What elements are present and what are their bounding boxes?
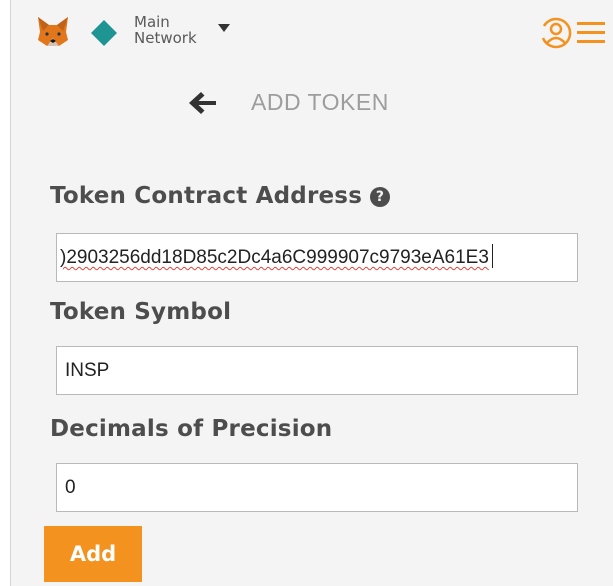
network-name-line2: Network xyxy=(134,29,197,47)
token-symbol-label: Token Symbol xyxy=(50,299,232,325)
caret-down-icon[interactable] xyxy=(218,24,230,32)
hamburger-menu-icon[interactable] xyxy=(573,18,607,48)
token-contract-address-input[interactable]: )2903256dd18D85c2Dc4a6C999907c9793eA61E3 xyxy=(56,233,578,282)
left-arrow-icon[interactable] xyxy=(185,88,219,118)
network-selector[interactable]: Main Network xyxy=(134,14,197,46)
network-name-line1: Main xyxy=(134,13,170,31)
network-diamond-icon xyxy=(91,20,117,46)
decimals-of-precision-label: Decimals of Precision xyxy=(50,416,333,442)
token-symbol-value: INSP xyxy=(65,360,110,381)
token-contract-address-label: Token Contract Address? xyxy=(50,183,391,209)
token-contract-address-label-text: Token Contract Address xyxy=(50,183,363,209)
account-icon[interactable] xyxy=(539,16,573,50)
top-bar: Main Network xyxy=(11,0,613,70)
metamask-fox-icon[interactable] xyxy=(35,14,71,50)
token-contract-address-value: )2903256dd18D85c2Dc4a6C999907c9793eA61E3 xyxy=(60,247,489,268)
decimals-of-precision-input[interactable]: 0 xyxy=(56,463,578,512)
question-circle-icon[interactable]: ? xyxy=(370,187,391,207)
window-left-edge xyxy=(0,0,11,586)
page-header: ADD TOKEN xyxy=(11,80,613,130)
text-cursor xyxy=(491,244,493,268)
page-title: ADD TOKEN xyxy=(251,89,389,115)
decimals-of-precision-value: 0 xyxy=(65,477,76,498)
add-button[interactable]: Add xyxy=(44,526,142,582)
token-symbol-input[interactable]: INSP xyxy=(56,346,578,395)
